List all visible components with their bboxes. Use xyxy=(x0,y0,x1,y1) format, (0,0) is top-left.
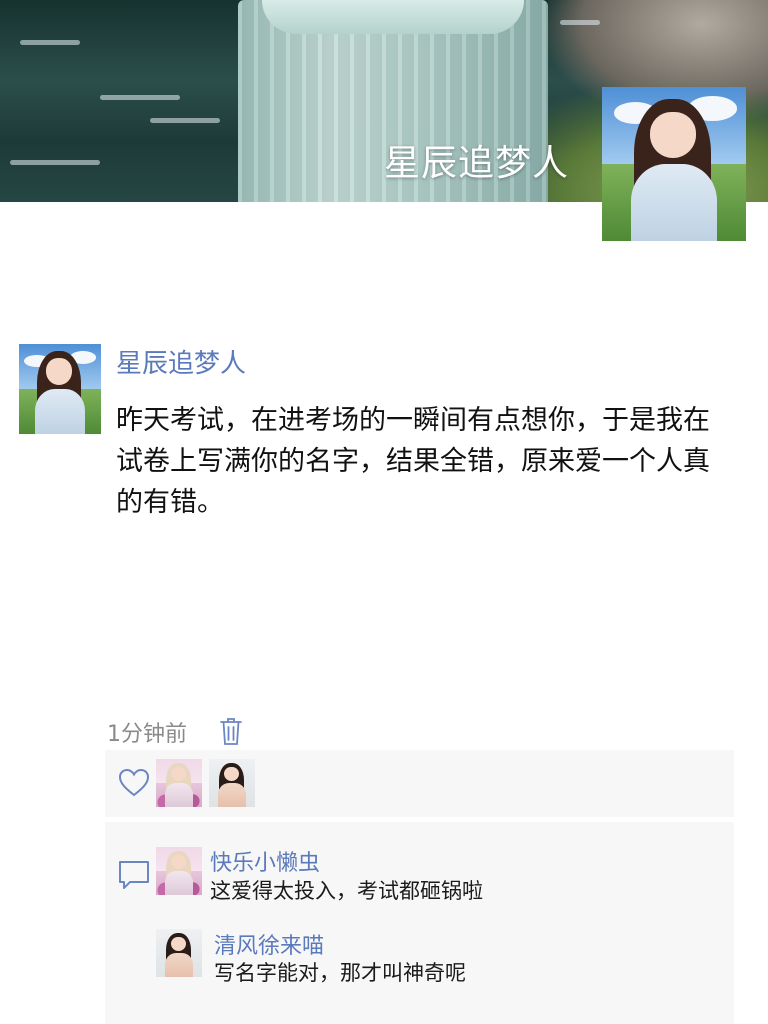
cover-waist xyxy=(262,0,524,34)
post-content: 昨天考试，在进考场的一瞬间有点想你，于是我在试卷上写满你的名字，结果全错，原来爱… xyxy=(116,405,710,518)
avatar-portrait xyxy=(156,759,202,807)
avatar-portrait xyxy=(156,929,202,977)
avatar-portrait xyxy=(19,344,101,434)
likes-panel xyxy=(105,750,734,817)
comments-panel: 快乐小懒虫 这爱得太投入，考试都砸锅啦 清风徐来喵 写名字能对，那才叫神奇呢 xyxy=(105,822,734,1024)
cover-title: 星辰追梦人 xyxy=(384,143,570,184)
liker-avatar[interactable] xyxy=(209,759,255,807)
comment-text: 写名字能对，那才叫神奇呢 xyxy=(214,961,466,985)
heart-outline-icon[interactable] xyxy=(117,766,151,800)
avatar-portrait xyxy=(602,87,746,241)
avatar-portrait xyxy=(156,847,202,895)
water-highlight xyxy=(100,95,180,100)
comment-text: 这爱得太投入，考试都砸锅啦 xyxy=(210,879,483,903)
water-highlight xyxy=(10,160,100,165)
speech-bubble-icon[interactable] xyxy=(114,854,154,894)
trash-icon[interactable] xyxy=(219,716,243,746)
post-timestamp: 1分钟前 xyxy=(107,722,187,747)
post-author-name[interactable]: 星辰追梦人 xyxy=(116,343,246,380)
liker-avatar[interactable] xyxy=(156,759,202,807)
profile-avatar[interactable] xyxy=(602,87,746,241)
water-highlight xyxy=(150,118,220,123)
comment-author[interactable]: 快乐小懒虫 xyxy=(210,845,320,877)
water-highlight xyxy=(20,40,80,45)
comment-author[interactable]: 清风徐来喵 xyxy=(214,928,324,960)
avatar-portrait xyxy=(209,759,255,807)
comment-avatar[interactable] xyxy=(156,929,202,977)
water-highlight xyxy=(560,20,600,25)
comment-avatar[interactable] xyxy=(156,847,202,895)
post-author-avatar[interactable] xyxy=(19,344,101,434)
